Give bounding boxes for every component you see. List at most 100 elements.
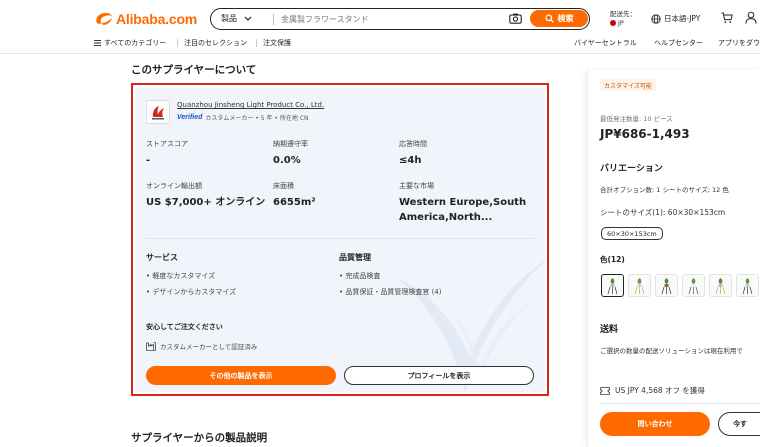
color-swatch[interactable] — [628, 274, 651, 297]
nav-separator — [177, 39, 178, 47]
shipping-title: 送料 — [600, 325, 619, 335]
store-score-label: ストアスコア — [146, 140, 188, 148]
search-category-select[interactable]: 製品 — [221, 13, 252, 24]
color-swatch[interactable] — [601, 274, 624, 297]
color-swatch[interactable] — [709, 274, 732, 297]
search-separator — [273, 14, 274, 25]
response-time-value: ≤4h — [399, 155, 422, 166]
store-score-value: - — [146, 155, 151, 166]
camera-icon[interactable] — [509, 13, 522, 24]
main-markets-label: 主要な市場 — [399, 182, 434, 190]
language-selector[interactable]: 日本語-JPY — [651, 13, 700, 24]
chevron-down-icon — [244, 16, 252, 21]
factory-icon — [146, 341, 156, 351]
assurance-title: 安心してご注文ください — [146, 323, 223, 331]
chat-now-button[interactable]: 今す — [718, 412, 760, 436]
quality-item: • 完成品検査 — [339, 272, 381, 280]
plant-stand-thumbnail-icon — [661, 278, 672, 295]
floor-area-value: 6655m² — [273, 197, 316, 208]
alibaba-logo[interactable]: Alibaba.com — [94, 9, 197, 29]
color-swatch[interactable] — [736, 274, 759, 297]
floor-area-label: 床面積 — [273, 182, 294, 190]
nav-order-protection[interactable]: 注文保護 — [263, 38, 291, 48]
globe-icon — [651, 13, 661, 24]
online-export-label: オンライン輸出額 — [146, 182, 202, 190]
verified-badge[interactable]: Verified — [177, 114, 202, 121]
quality-item: • 品質保証・品質管理検査官 (4) — [339, 288, 442, 296]
ship-to-selector[interactable]: 配送先： JP — [610, 10, 636, 28]
coupon-text: US JPY 4,568 オフ を獲得 — [615, 386, 705, 395]
coupon-icon — [600, 386, 610, 395]
plant-stand-thumbnail-icon — [607, 278, 618, 295]
quality-control-title: 品質管理 — [339, 253, 371, 262]
nav-all-categories[interactable]: すべてのカテゴリー — [94, 38, 166, 48]
panel-divider — [600, 403, 760, 404]
main-markets-value-line1: Western Europe,South — [399, 197, 527, 208]
purchase-panel: カスタマイズ可能 最低発注数量: 10 ピース JP¥686-1,493 バリエ… — [587, 70, 760, 447]
supplier-card-highlight: Quanzhou Jinsheng Light Product Co., Ltd… — [131, 83, 549, 396]
online-export-value: US $7,000+ オンライン — [146, 197, 266, 208]
language-label: 日本語-JPY — [664, 14, 701, 23]
service-item: • 軽度なカスタマイズ — [146, 272, 216, 280]
plant-stand-thumbnail-icon — [634, 278, 645, 295]
color-swatch[interactable] — [682, 274, 705, 297]
search-button-label: 検索 — [557, 14, 574, 23]
supplier-meta: Verified カスタムメーカー • 5 年 • 所在地 CN — [177, 113, 308, 122]
size-option-chip[interactable]: 60×30×153cm — [601, 227, 663, 240]
nav-all-categories-label: すべてのカテゴリー — [104, 39, 167, 47]
search-category-label: 製品 — [221, 14, 237, 23]
plant-stand-thumbnail-icon — [688, 278, 699, 295]
ship-to-label: 配送先： — [610, 10, 636, 18]
services-title: サービス — [146, 253, 178, 262]
supplier-name-link[interactable]: Quanzhou Jinsheng Light Product Co., Ltd… — [177, 101, 324, 109]
nav-buyer-central[interactable]: バイヤーセントラル — [574, 38, 637, 48]
product-description-title: サプライヤーからの製品説明 — [131, 432, 268, 444]
search-button[interactable]: 検索 — [530, 10, 588, 27]
user-icon[interactable] — [745, 11, 757, 24]
view-profile-button[interactable]: プロフィールを表示 — [344, 366, 534, 385]
on-time-rate-value: 0.0% — [273, 155, 301, 166]
top-bar: Alibaba.com 製品 検索 配送先： JP 日本語-JPY — [0, 0, 760, 38]
on-time-rate-label: 納期遵守率 — [273, 140, 308, 148]
nav-download-app[interactable]: アプリをダウ — [718, 38, 760, 48]
assurance-item: カスタムメーカーとして認証済み — [146, 341, 257, 351]
assurance-item-label: カスタムメーカーとして認証済み — [160, 343, 258, 351]
nav-featured[interactable]: 注目のセレクション — [184, 38, 247, 48]
variation-title: バリエーション — [600, 164, 663, 174]
about-supplier-title: このサプライヤーについて — [131, 64, 257, 76]
purchase-panel-content: カスタマイズ可能 最低発注数量: 10 ピース JP¥686-1,493 バリエ… — [588, 70, 760, 447]
coupon-offer[interactable]: US JPY 4,568 オフ を獲得 — [600, 385, 705, 396]
logo-text: Alibaba.com — [116, 11, 198, 27]
plant-stand-thumbnail-icon — [742, 278, 753, 295]
supplier-meta-text: カスタムメーカー • 5 年 • 所在地 CN — [205, 115, 309, 122]
plant-stand-thumbnail-icon — [715, 278, 726, 295]
inquiry-button[interactable]: 問い合わせ — [600, 412, 710, 436]
sheet-size-label: シートのサイズ(1): 60×30×153cm — [600, 208, 726, 217]
nav-separator — [256, 39, 257, 47]
search-icon — [544, 14, 554, 23]
supplier-card: Quanzhou Jinsheng Light Product Co., Ltd… — [135, 87, 545, 392]
price-range: JP¥686-1,493 — [600, 127, 690, 141]
alibaba-logo-icon — [94, 10, 114, 28]
nav-divider — [0, 53, 760, 54]
color-label: 色(12) — [600, 255, 625, 264]
color-swatch[interactable] — [655, 274, 678, 297]
secondary-nav: すべてのカテゴリー 注目のセレクション 注文保護 バイヤーセントラル ヘルプセン… — [0, 35, 760, 51]
menu-icon — [94, 40, 101, 46]
search-bar: 製品 検索 — [210, 8, 590, 30]
view-more-products-button[interactable]: その他の製品を表示 — [146, 366, 336, 385]
card-divider — [146, 238, 534, 239]
search-input[interactable] — [281, 12, 501, 26]
ship-to-country: JP — [618, 19, 624, 27]
supplier-logo — [146, 100, 170, 124]
shipping-text: ご選択の数量の配送ソリューションは現在利用で — [600, 347, 743, 355]
response-time-label: 応答時間 — [399, 140, 427, 148]
nav-help-center[interactable]: ヘルプセンター — [654, 38, 703, 48]
minimum-order-quantity: 最低発注数量: 10 ピース — [600, 115, 673, 123]
cart-icon[interactable] — [721, 12, 733, 24]
main-markets-value-line2: America,North... — [399, 212, 493, 223]
service-item: • デザインからカスタマイズ — [146, 288, 237, 296]
variation-summary: 合計オプション数: 1 シートのサイズ; 12 色 — [600, 186, 729, 194]
japan-flag-icon — [610, 19, 616, 26]
customizable-badge: カスタマイズ可能 — [600, 79, 656, 91]
